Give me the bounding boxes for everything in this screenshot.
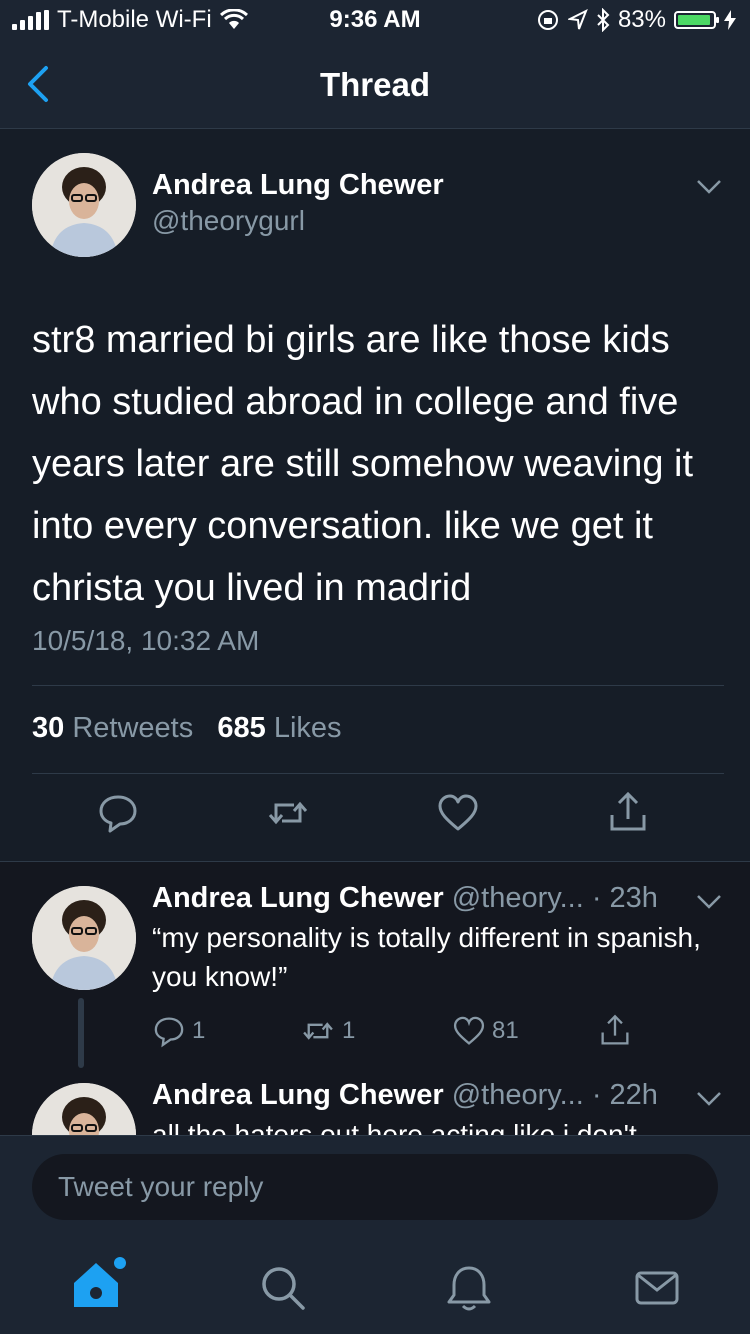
messages-envelope-icon[interactable]	[632, 1263, 682, 1313]
chevron-down-icon[interactable]	[696, 894, 722, 910]
heart-icon[interactable]	[436, 791, 480, 835]
reply-composer	[0, 1135, 750, 1246]
battery-icon	[674, 11, 719, 29]
avatar[interactable]	[32, 1083, 136, 1135]
reply-header: Andrea Lung Chewer @theory... · 22h	[152, 1079, 658, 1112]
notifications-bell-icon[interactable]	[444, 1263, 494, 1313]
main-tweet: Andrea Lung Chewer @theorygurl str8 marr…	[0, 129, 750, 862]
like-button[interactable]: 81	[452, 1014, 519, 1048]
tweet-text: str8 married bi girls are like those kid…	[32, 319, 694, 609]
like-count: 81	[492, 1017, 519, 1044]
reply-button[interactable]: 1	[152, 1014, 205, 1048]
location-icon	[567, 9, 588, 30]
reply-author-name[interactable]: Andrea Lung Chewer	[152, 1079, 444, 1111]
retweet-icon	[303, 1022, 333, 1040]
charging-icon	[724, 10, 736, 30]
chevron-down-icon[interactable]	[696, 179, 722, 195]
tweet-stats: 30 Retweets 685 Likes	[32, 712, 342, 745]
page-title: Thread	[319, 66, 431, 103]
battery-percent: 83%	[617, 6, 666, 33]
share-button[interactable]	[598, 1014, 632, 1048]
tweet-timestamp: 10/5/18, 10:32 AM	[32, 625, 260, 656]
reply-tweet[interactable]: Andrea Lung Chewer @theory... · 23h “my …	[0, 862, 750, 1077]
rotation-lock-icon	[537, 10, 558, 30]
share-icon	[601, 1014, 629, 1045]
heart-icon	[453, 1016, 485, 1045]
retweets-count[interactable]: 30	[32, 712, 64, 744]
status-bar: T-Mobile Wi-Fi 9:36 AM 83%	[0, 0, 750, 40]
divider	[32, 773, 724, 774]
reply-count: 1	[192, 1017, 206, 1044]
bluetooth-icon	[597, 8, 610, 32]
search-icon[interactable]	[258, 1263, 308, 1313]
thread-line	[78, 998, 84, 1068]
reply-tweet[interactable]: Andrea Lung Chewer @theory... · 22h all …	[0, 1077, 750, 1135]
reply-input[interactable]	[32, 1154, 718, 1220]
avatar[interactable]	[32, 153, 136, 257]
reply-icon	[154, 1017, 184, 1048]
likes-label[interactable]: Likes	[274, 712, 342, 744]
reply-handle-time: @theory... · 22h	[451, 1079, 658, 1111]
tab-bar	[0, 1245, 750, 1334]
chevron-down-icon[interactable]	[696, 1091, 722, 1107]
retweet-button[interactable]: 1	[300, 1014, 355, 1048]
reply-text: all the haters out here acting like i do…	[152, 1119, 637, 1135]
reply-author-name[interactable]: Andrea Lung Chewer	[152, 882, 444, 914]
reply-handle-time: @theory... · 23h	[451, 882, 658, 914]
retweets-label[interactable]: Retweets	[72, 712, 193, 744]
status-right: 83%	[536, 6, 736, 34]
home-icon[interactable]	[68, 1255, 128, 1315]
avatar[interactable]	[32, 886, 136, 990]
likes-count[interactable]: 685	[217, 712, 265, 744]
author-name[interactable]: Andrea Lung Chewer	[152, 169, 444, 202]
share-icon[interactable]	[606, 791, 650, 835]
tweet-actions	[0, 791, 750, 841]
reply-text: “my personality is totally different in …	[152, 922, 701, 992]
reply-actions: 1 1 81	[152, 1014, 652, 1054]
author-handle[interactable]: @theorygurl	[152, 205, 305, 237]
retweet-count: 1	[342, 1017, 356, 1044]
retweet-icon[interactable]	[266, 791, 310, 835]
reply-header: Andrea Lung Chewer @theory... · 23h	[152, 882, 658, 915]
divider	[32, 685, 724, 686]
nav-bar: Thread	[0, 40, 750, 129]
reply-icon[interactable]	[96, 791, 140, 835]
